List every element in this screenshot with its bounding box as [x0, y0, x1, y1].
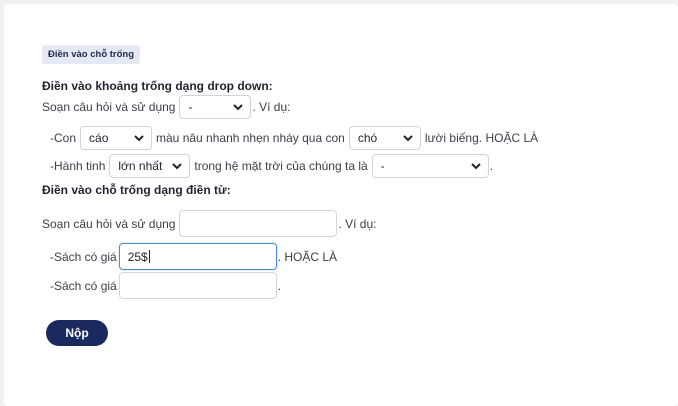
text-intro-suffix: . Ví dụ: [338, 216, 377, 231]
question-card: Điền vào chỗ trống Điền vào khoảng trống… [4, 4, 678, 406]
animal-select-2-value: chó [357, 131, 378, 145]
text-example1-prefix: -Sách có giá [50, 249, 117, 264]
price-input-2[interactable] [118, 272, 277, 299]
submit-button[interactable]: Nộp [46, 320, 108, 346]
text-example2-prefix: -Sách có giá [50, 278, 117, 293]
text-example-1: -Sách có giá 25$ . HOẶC LÀ [50, 243, 337, 270]
chevron-down-icon [403, 135, 413, 142]
animal-select-1-value: cáo [89, 131, 109, 145]
text-intro-text: Soạn câu hỏi và sử dụng [42, 216, 176, 231]
intro-select-value: - [188, 100, 193, 114]
example1-middle: màu nâu nhanh nhẹn nháy qua con [156, 131, 345, 145]
example1-prefix: -Con [50, 131, 77, 145]
chevron-down-icon [172, 163, 183, 170]
dropdown-intro-line: Soạn câu hỏi và sử dụng - . Ví dụ: [42, 95, 291, 119]
price-input-1[interactable]: 25$ [118, 243, 277, 270]
chevron-down-icon [470, 163, 481, 170]
planet-size-select-value: lớn nhất [118, 159, 163, 173]
price-input-1-value: 25$ [127, 249, 148, 264]
dropdown-intro-text: Soạn câu hỏi và sử dụng [42, 100, 176, 114]
example2-prefix: -Hành tinh [50, 159, 106, 173]
question-type-tag: Điền vào chỗ trống [42, 45, 141, 64]
chevron-down-icon [233, 104, 244, 111]
animal-select-2[interactable]: chó [348, 126, 421, 150]
text-intro-line: Soạn câu hỏi và sử dụng . Ví dụ: [42, 210, 377, 237]
example1-suffix: lười biếng. HOẶC LÀ [424, 131, 539, 145]
text-cursor [148, 250, 150, 263]
example2-suffix: . [489, 159, 494, 173]
chevron-down-icon [134, 135, 144, 142]
text-example-2: -Sách có giá . [50, 272, 281, 299]
planet-name-select[interactable]: - [371, 154, 489, 178]
dropdown-section-heading: Điền vào khoảng trống dạng drop down: [42, 79, 273, 93]
example2-middle: trong hệ mặt trời của chúng ta là [194, 159, 368, 173]
animal-select-1[interactable]: cáo [80, 126, 153, 150]
dropdown-example-1: -Con cáo màu nâu nhanh nhẹn nháy qua con… [50, 126, 538, 150]
intro-text-input[interactable] [179, 210, 338, 237]
intro-select[interactable]: - [179, 95, 252, 119]
dropdown-example-2: -Hành tinh lớn nhất trong hệ mặt trời củ… [50, 154, 493, 178]
text-section-heading: Điền vào chỗ trống dạng điền từ: [42, 183, 231, 197]
text-example1-suffix: . HOẶC LÀ [277, 249, 338, 264]
planet-size-select[interactable]: lớn nhất [109, 154, 191, 178]
text-example2-suffix: . [277, 278, 282, 293]
dropdown-intro-suffix: . Ví dụ: [252, 100, 291, 114]
planet-name-select-value: - [380, 159, 385, 173]
